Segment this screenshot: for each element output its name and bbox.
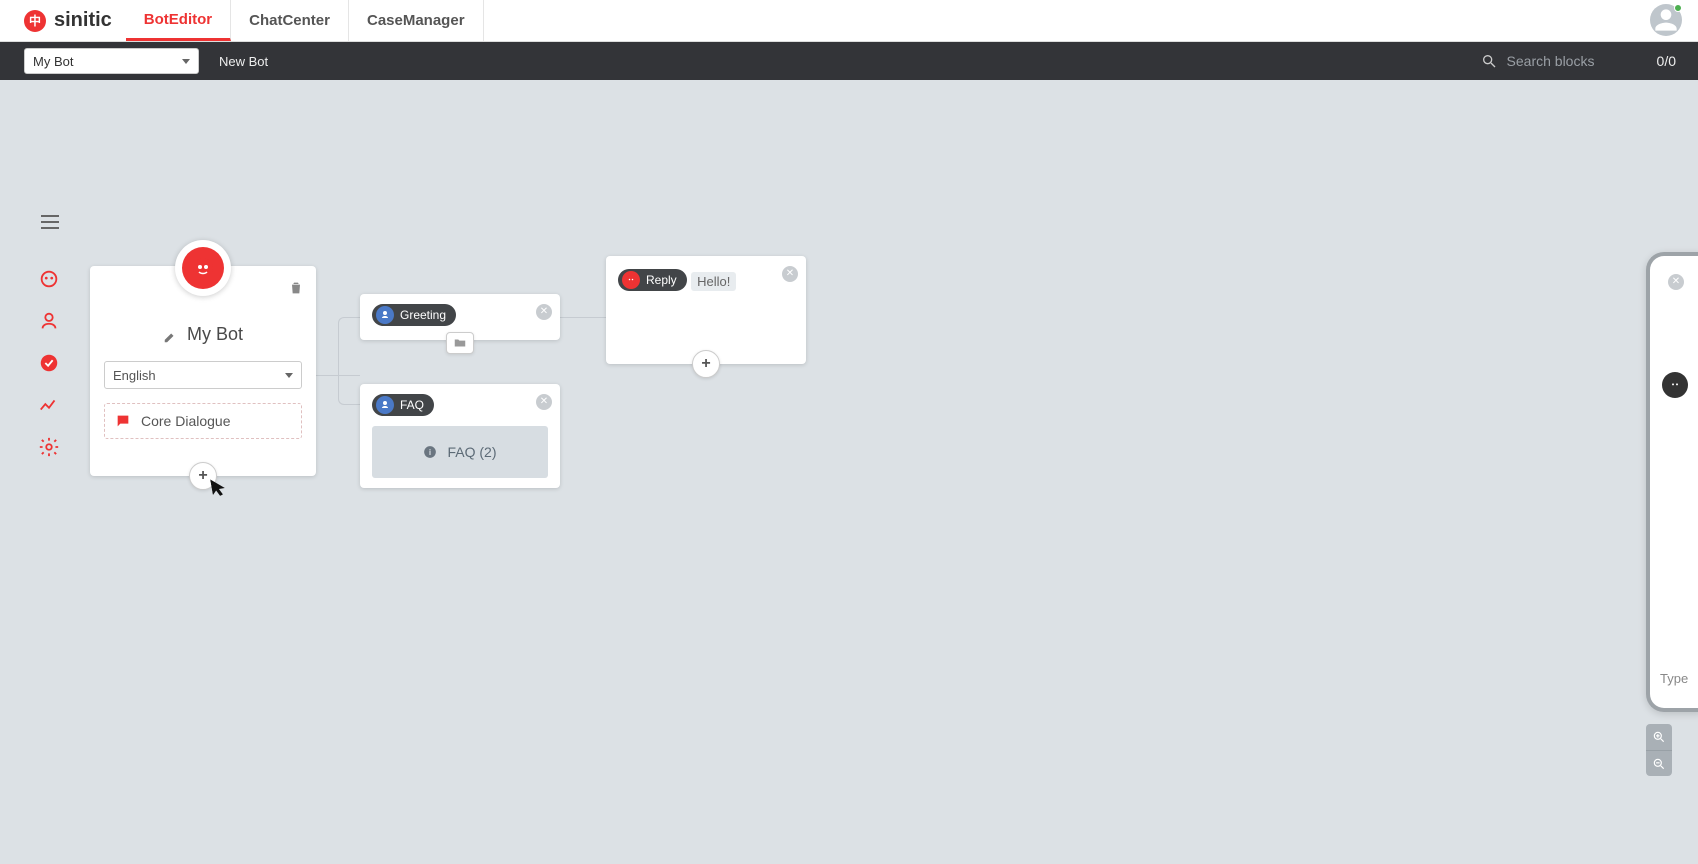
status-online-icon (1674, 4, 1682, 12)
tab-label: CaseManager (367, 12, 465, 29)
hamburger-icon[interactable] (38, 210, 62, 234)
new-bot-label: New Bot (219, 54, 268, 69)
bot-avatar (175, 240, 231, 296)
brand[interactable]: 中 sinitic (0, 0, 126, 41)
greeting-label: Greeting (400, 308, 446, 322)
preview-input[interactable]: Type (1660, 671, 1688, 686)
greeting-pill: Greeting (372, 304, 456, 326)
add-reply-button[interactable]: + (692, 350, 720, 378)
faq-inner-label: FAQ (2) (447, 444, 496, 460)
language-value: English (113, 368, 156, 383)
chat-preview-panel[interactable]: ✕ Type (1646, 252, 1698, 712)
tab-casemanager[interactable]: CaseManager (349, 0, 484, 41)
trash-icon[interactable] (288, 280, 304, 301)
tab-label: BotEditor (144, 11, 212, 28)
tab-boteditor[interactable]: BotEditor (126, 0, 231, 41)
svg-text:i: i (429, 448, 431, 457)
brand-name: sinitic (54, 9, 112, 32)
chat-bubble-icon (115, 413, 131, 429)
bot-card[interactable]: My Bot English Core Dialogue + (90, 266, 316, 476)
bot-select[interactable]: My Bot (24, 48, 199, 74)
connector (338, 317, 360, 375)
preview-input-placeholder: Type (1660, 671, 1688, 686)
bot-name-row[interactable]: My Bot (104, 324, 302, 345)
bot-icon (622, 271, 640, 289)
user-avatar[interactable] (1650, 4, 1682, 36)
close-icon[interactable]: ✕ (536, 304, 552, 320)
reply-block[interactable]: Reply ✕ Hello! + (606, 256, 806, 364)
close-icon[interactable]: ✕ (1668, 274, 1684, 290)
top-nav: 中 sinitic BotEditor ChatCenter CaseManag… (0, 0, 1698, 42)
language-select[interactable]: English (104, 361, 302, 389)
greeting-block[interactable]: Greeting ✕ (360, 294, 560, 340)
user-tool-icon[interactable] (38, 310, 60, 332)
zoom-out-button[interactable] (1646, 750, 1672, 776)
sub-nav: My Bot New Bot 0/0 (0, 42, 1698, 80)
faq-pill: FAQ (372, 394, 434, 416)
close-icon[interactable]: ✕ (536, 394, 552, 410)
search-icon[interactable] (1481, 53, 1497, 69)
reply-text: Hello! (691, 272, 736, 291)
preview-bot-icon (1662, 372, 1688, 398)
analytics-tool-icon[interactable] (38, 394, 60, 416)
faq-block[interactable]: FAQ ✕ i FAQ (2) (360, 384, 560, 488)
tab-chatcenter[interactable]: ChatCenter (231, 0, 349, 41)
faq-label: FAQ (400, 398, 424, 412)
plus-icon: + (701, 355, 710, 373)
nav-tabs: BotEditor ChatCenter CaseManager (126, 0, 484, 41)
gear-tool-icon[interactable] (38, 436, 60, 458)
search-area: 0/0 (1481, 53, 1682, 69)
user-icon (376, 306, 394, 324)
folder-icon[interactable] (446, 332, 474, 354)
zoom-in-button[interactable] (1646, 724, 1672, 750)
zoom-controls (1646, 724, 1672, 776)
plus-icon: + (198, 467, 207, 485)
edit-icon[interactable] (163, 328, 177, 342)
brand-logo-icon: 中 (24, 10, 46, 32)
info-icon: i (423, 445, 437, 459)
dialogue-label: Core Dialogue (141, 413, 231, 429)
core-dialogue-row[interactable]: Core Dialogue (104, 403, 302, 439)
bot-name: My Bot (187, 324, 243, 345)
tab-label: ChatCenter (249, 12, 330, 29)
search-counter: 0/0 (1657, 53, 1676, 69)
connector (560, 317, 606, 318)
cursor-icon (210, 477, 228, 502)
user-icon (376, 396, 394, 414)
new-bot-button[interactable]: New Bot (211, 50, 276, 73)
connector (338, 375, 360, 405)
bot-tool-icon[interactable] (38, 268, 60, 290)
close-icon[interactable]: ✕ (782, 266, 798, 282)
reply-pill: Reply (618, 269, 687, 291)
canvas[interactable]: My Bot English Core Dialogue + Greeting … (0, 80, 1698, 864)
chat-tool-icon[interactable] (38, 352, 60, 374)
bot-select-value: My Bot (33, 54, 73, 69)
faq-inner[interactable]: i FAQ (2) (372, 426, 548, 478)
side-toolbar (38, 268, 60, 458)
search-input[interactable] (1507, 53, 1627, 69)
bot-face-icon (191, 256, 215, 280)
reply-label: Reply (646, 273, 677, 287)
